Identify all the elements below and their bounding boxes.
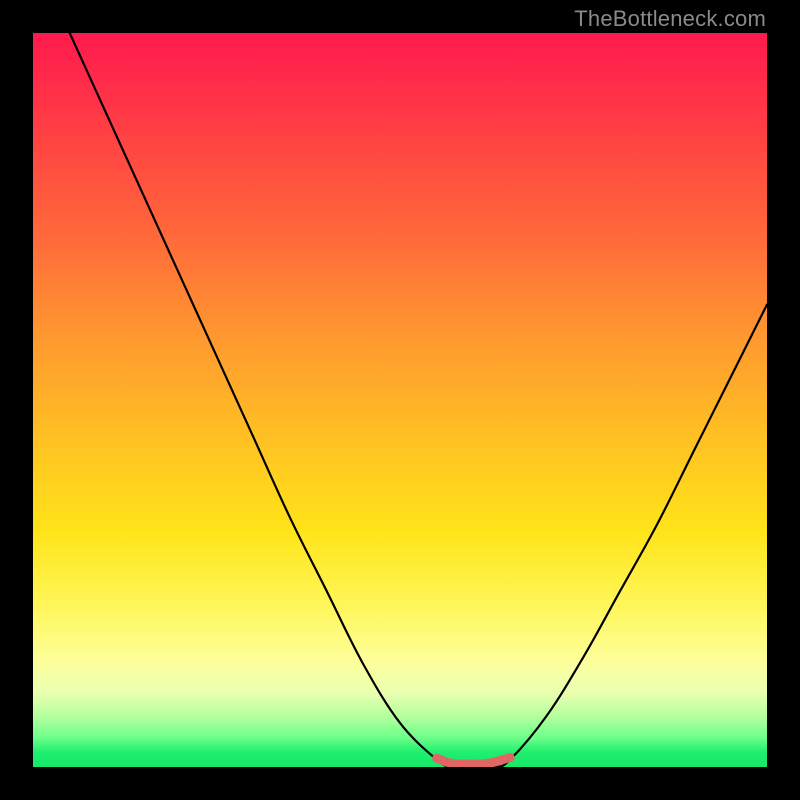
- chart-frame: TheBottleneck.com: [0, 0, 800, 800]
- bottleneck-curve: [70, 33, 767, 767]
- curve-layer: [33, 33, 767, 767]
- valley-floor: [437, 757, 510, 764]
- plot-area: [33, 33, 767, 767]
- watermark-text: TheBottleneck.com: [574, 6, 766, 32]
